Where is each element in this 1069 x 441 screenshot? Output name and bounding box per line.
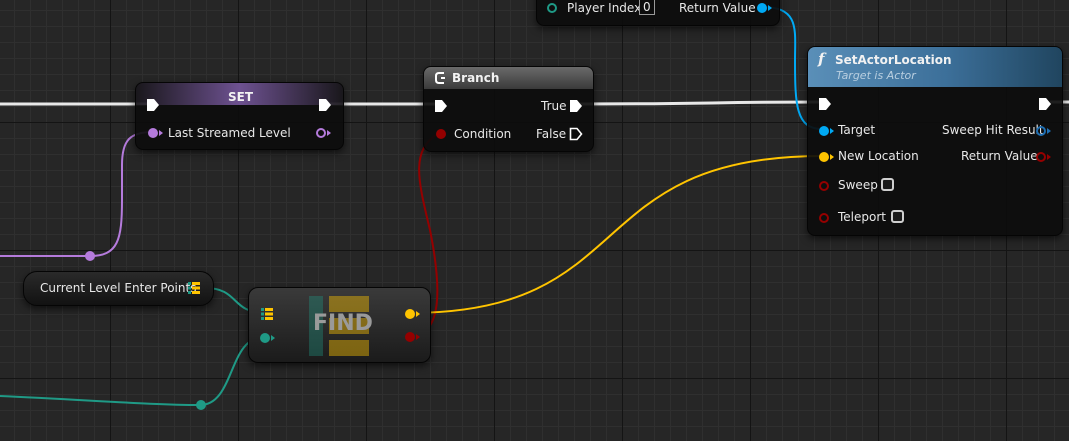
find-index-in-arrow — [271, 335, 275, 341]
branch-true-out-pin[interactable] — [569, 99, 583, 113]
player-index-pin[interactable] — [547, 3, 557, 13]
player-index-value-field[interactable]: 0 — [639, 0, 655, 15]
branch-condition-label: Condition — [454, 127, 512, 141]
branch-condition-pin[interactable] — [436, 129, 446, 139]
current-level-enter-points-label: Current Level Enter Points — [40, 281, 197, 295]
target-pin[interactable] — [819, 126, 829, 136]
last-streamed-level-label: Last Streamed Level — [168, 126, 291, 140]
sweep-label: Sweep — [838, 178, 878, 192]
branch-false-label: False — [536, 127, 567, 141]
return-value-arrow — [1047, 154, 1051, 160]
function-icon: f — [818, 50, 825, 68]
find-node-title: FIND — [313, 311, 373, 336]
branch-node-title: Branch — [452, 71, 500, 85]
set-exec-out-pin[interactable] — [318, 98, 332, 112]
new-location-pin[interactable] — [819, 152, 829, 162]
set-actor-location-exec-out-pin[interactable] — [1038, 97, 1052, 111]
branch-icon — [435, 72, 445, 84]
branch-exec-in-pin[interactable] — [434, 99, 448, 113]
get-player-pawn-node[interactable]: Player Index 0 Return Value — [536, 0, 780, 26]
new-location-pin-arrow — [830, 154, 834, 160]
branch-node-header — [424, 67, 593, 89]
branch-false-out-pin[interactable] — [569, 127, 583, 141]
return-value-pin[interactable] — [757, 3, 767, 13]
sweep-hit-result-arrow — [1047, 128, 1051, 134]
last-streamed-level-out-arrow — [327, 130, 331, 136]
sweep-hit-result-label: Sweep Hit Result — [942, 123, 1044, 137]
teleport-checkbox[interactable] — [891, 210, 904, 223]
return-value-pin-arrow — [768, 5, 772, 11]
vector-wire-find-to-new-location — [409, 155, 823, 314]
target-pin-arrow — [830, 128, 834, 134]
sweep-pin[interactable] — [819, 181, 829, 191]
find-node[interactable]: FIND — [248, 287, 431, 363]
find-bool-out-arrow — [416, 334, 420, 340]
target-label: Target — [838, 123, 876, 137]
teleport-pin[interactable] — [819, 213, 829, 223]
sweep-checkbox[interactable] — [881, 178, 894, 191]
return-value-label: Return Value — [961, 149, 1038, 163]
last-streamed-level-out-pin[interactable] — [316, 128, 326, 138]
branch-true-label: True — [541, 99, 567, 113]
set-actor-location-exec-in-pin[interactable] — [818, 97, 832, 111]
find-vector-out-pin[interactable] — [405, 309, 415, 319]
set-variable-node[interactable]: SET Last Streamed Level — [135, 82, 344, 150]
integer-wire-to-find-index — [0, 336, 265, 407]
last-streamed-level-in-arrow — [159, 130, 163, 136]
branch-node[interactable]: Branch True Condition False — [423, 66, 594, 152]
array-pin-icon[interactable] — [188, 282, 200, 294]
integer-wire-reroute-knot[interactable] — [196, 400, 206, 410]
player-index-label: Player Index — [567, 1, 642, 15]
last-streamed-level-in-pin[interactable] — [148, 128, 158, 138]
set-exec-in-pin[interactable] — [146, 98, 160, 112]
find-bool-out-pin[interactable] — [405, 332, 415, 342]
level-wire-reroute-knot[interactable] — [85, 251, 95, 261]
level-wire-to-last-streamed-level — [0, 131, 154, 257]
teleport-label: Teleport — [838, 210, 886, 224]
find-vector-out-arrow — [416, 311, 420, 317]
current-level-enter-points-node[interactable]: Current Level Enter Points — [23, 271, 214, 306]
find-array-in-pin[interactable] — [261, 308, 273, 320]
new-location-label: New Location — [838, 149, 919, 163]
return-value-pin[interactable] — [1036, 152, 1046, 162]
exec-wire-branch-true-to-setactorlocation — [579, 100, 823, 106]
sweep-hit-result-pin[interactable] — [1036, 126, 1046, 136]
find-index-in-pin[interactable] — [260, 333, 270, 343]
set-actor-location-title: SetActorLocation — [835, 53, 952, 67]
set-node-title: SET — [228, 90, 254, 104]
set-actor-location-subtitle: Target is Actor — [836, 69, 916, 82]
set-actor-location-node[interactable]: f SetActorLocation Target is Actor Targe… — [807, 46, 1063, 236]
return-value-label: Return Value — [679, 1, 756, 15]
